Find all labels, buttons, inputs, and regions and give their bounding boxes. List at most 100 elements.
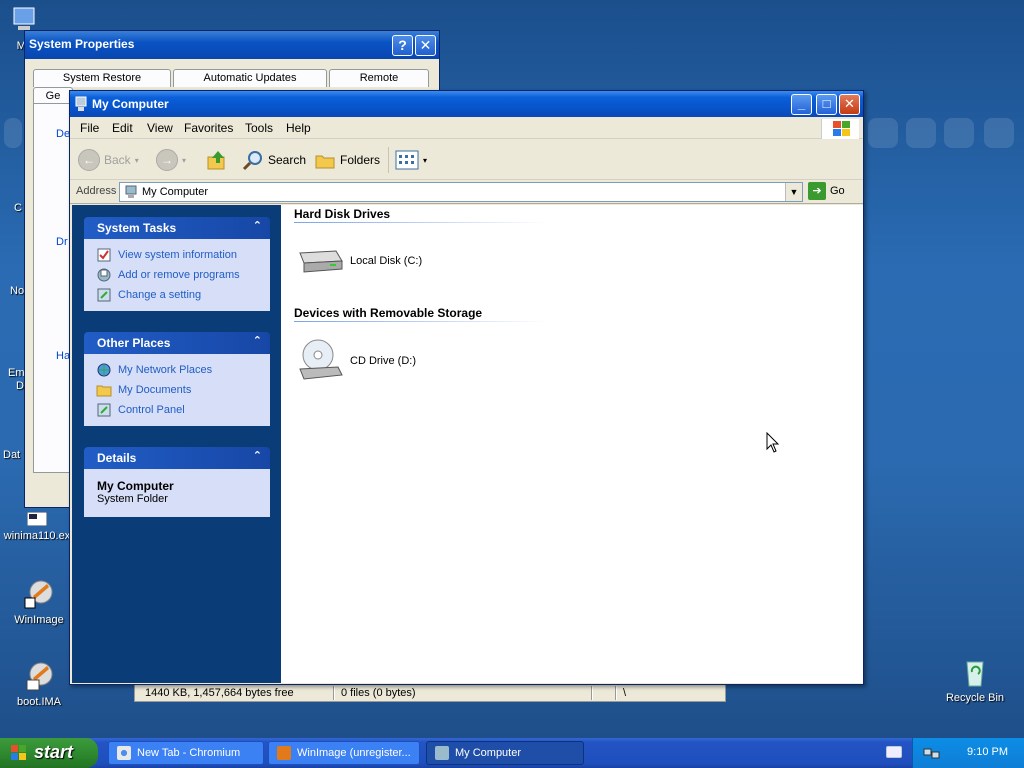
taskbar: start New Tab - Chromium WinImage (unreg… <box>0 738 1024 768</box>
menu-edit[interactable]: Edit <box>112 121 133 135</box>
menu-help[interactable]: Help <box>286 121 311 135</box>
desktop-tile <box>4 118 22 148</box>
maximize-button[interactable]: □ <box>816 94 837 115</box>
place-my-documents[interactable]: My Documents <box>96 380 270 400</box>
status-separator <box>591 686 593 700</box>
system-properties-titlebar[interactable]: System Properties ? ✕ <box>25 31 439 59</box>
exe-icon <box>27 512 47 526</box>
close-button[interactable]: ✕ <box>415 35 436 56</box>
drive-local-disk-c[interactable]: Local Disk (C:) <box>296 245 422 277</box>
chevron-down-icon: ▾ <box>423 155 428 165</box>
desktop-edge-label: Em <box>8 367 25 379</box>
help-button[interactable]: ? <box>392 35 413 56</box>
start-label: start <box>34 742 74 762</box>
keyboard-icon[interactable] <box>886 746 902 758</box>
desktop-icon-label: boot.IMA <box>16 696 62 708</box>
winimage-shortcut-icon <box>24 580 53 609</box>
desktop-tile <box>944 118 974 148</box>
drive-cd-drive-d[interactable]: CD Drive (D:) <box>296 337 416 385</box>
close-button[interactable]: ✕ <box>839 94 860 115</box>
group-title-removable: Devices with Removable Storage <box>294 306 483 320</box>
task-change-setting[interactable]: Change a setting <box>96 285 270 305</box>
desktop-icon-winimage[interactable]: WinImage <box>4 578 74 626</box>
place-label: My Network Places <box>118 364 213 376</box>
system-tasks-panel: System Tasks ⌃ View system information A… <box>84 217 270 311</box>
system-info-icon <box>97 248 111 262</box>
address-value: My Computer <box>142 186 209 198</box>
start-button[interactable]: start <box>0 738 98 768</box>
address-dropdown-button[interactable]: ▼ <box>785 183 802 201</box>
panel-header[interactable]: System Tasks ⌃ <box>84 217 270 239</box>
task-view-system-information[interactable]: View system information <box>96 245 270 265</box>
status-separator <box>333 686 335 700</box>
menu-view[interactable]: View <box>147 121 173 135</box>
back-button[interactable]: ← Back ▾ <box>78 148 139 172</box>
folders-icon <box>315 155 335 169</box>
my-computer-window[interactable]: My Computer _ □ ✕ File Edit View Favorit… <box>69 90 864 685</box>
address-bar: Address My Computer ▼ ➔ Go <box>70 180 863 204</box>
task-pane: System Tasks ⌃ View system information A… <box>72 205 281 683</box>
minimize-button[interactable]: _ <box>791 94 812 115</box>
clock[interactable]: 9:10 PM <box>967 746 1008 758</box>
place-label: My Documents <box>118 384 192 396</box>
panel-header[interactable]: Details ⌃ <box>84 447 270 469</box>
taskbar-item-label: WinImage (unregister... <box>297 747 411 759</box>
menu-favorites[interactable]: Favorites <box>184 121 233 135</box>
winimage-icon <box>277 746 291 760</box>
folders-label: Folders <box>340 153 381 167</box>
tab-automatic-updates[interactable]: Automatic Updates <box>173 69 327 87</box>
search-button[interactable]: Search <box>242 148 306 172</box>
chevron-down-icon: ▾ <box>182 155 187 165</box>
go-button[interactable]: ➔ Go <box>808 182 845 200</box>
computer-icon <box>75 96 87 111</box>
window-titlebar[interactable]: My Computer _ □ ✕ <box>70 91 863 117</box>
group-divider <box>294 321 548 322</box>
mouse-cursor-icon <box>766 432 780 453</box>
desktop-edge-label: No <box>10 285 25 297</box>
collapse-chevron-icon[interactable]: ⌃ <box>253 219 262 232</box>
desktop-icon-label: Recycle Bin <box>945 692 1005 704</box>
panel-title: Details <box>97 451 137 465</box>
task-add-remove-programs[interactable]: Add or remove programs <box>96 265 270 285</box>
group-label: Ha <box>56 350 71 362</box>
forward-button[interactable]: → ▾ <box>156 148 186 172</box>
cd-drive-icon <box>299 339 343 380</box>
drive-label: Local Disk (C:) <box>350 255 423 267</box>
go-label: Go <box>830 185 845 197</box>
computer-icon <box>435 746 449 760</box>
search-label: Search <box>268 153 307 167</box>
taskbar-item-label: New Tab - Chromium <box>137 747 241 759</box>
menu-file[interactable]: File <box>80 121 99 135</box>
desktop-icon-boot-ima[interactable]: boot.IMA <box>4 660 74 708</box>
tab-system-restore[interactable]: System Restore <box>33 69 171 87</box>
views-grid-icon <box>395 150 419 170</box>
menu-tools[interactable]: Tools <box>245 121 273 135</box>
desktop-icon-label: WinImage <box>14 614 64 626</box>
group-label: De <box>56 128 71 140</box>
desktop-icon-winima-exe[interactable]: winima110.ex <box>2 512 72 542</box>
group-divider <box>294 222 548 223</box>
desktop-icon-recycle-bin[interactable]: Recycle Bin <box>940 656 1010 704</box>
details-panel: Details ⌃ My Computer System Folder <box>84 447 270 517</box>
views-button[interactable]: ▾ <box>388 147 427 173</box>
folders-button[interactable]: Folders <box>314 148 380 172</box>
collapse-chevron-icon[interactable]: ⌃ <box>253 449 262 462</box>
taskbar-item-winimage[interactable]: WinImage (unregister... <box>268 741 420 765</box>
taskbar-item-my-computer[interactable]: My Computer <box>426 741 584 765</box>
hard-disk-icon <box>299 250 343 273</box>
place-control-panel[interactable]: Control Panel <box>96 400 270 420</box>
up-folder-button[interactable] <box>206 148 228 172</box>
tab-remote[interactable]: Remote <box>329 69 429 87</box>
group-title-hard-disks: Hard Disk Drives <box>294 207 391 221</box>
add-remove-icon <box>97 268 111 282</box>
panel-title: Other Places <box>97 336 171 350</box>
collapse-chevron-icon[interactable]: ⌃ <box>253 334 262 347</box>
taskbar-item-chromium[interactable]: New Tab - Chromium <box>108 741 264 765</box>
network-tray-icon[interactable] <box>923 745 941 761</box>
place-my-network-places[interactable]: My Network Places <box>96 360 270 380</box>
panel-header[interactable]: Other Places ⌃ <box>84 332 270 354</box>
place-label: Control Panel <box>118 404 185 416</box>
control-panel-icon <box>97 288 111 302</box>
address-input[interactable]: My Computer ▼ <box>119 182 803 202</box>
windows-logo-icon <box>11 745 26 760</box>
